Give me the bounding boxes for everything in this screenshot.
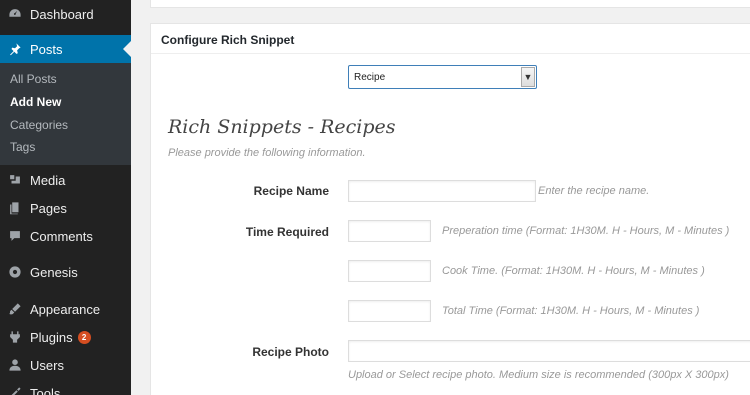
recipe-photo-label: Recipe Photo — [252, 345, 329, 359]
admin-sidebar: Dashboard Posts All Posts Add New Catego… — [0, 0, 131, 395]
plugins-icon — [8, 330, 22, 344]
pin-icon — [8, 42, 22, 56]
appearance-icon — [8, 302, 22, 316]
cook-time-hint: Cook Time. (Format: 1H30M. H - Hours, M … — [442, 265, 705, 277]
recipe-name-input[interactable] — [348, 180, 536, 202]
selected-type: Recipe — [354, 72, 386, 83]
total-time-hint: Total Time (Format: 1H30M. H - Hours, M … — [442, 305, 700, 317]
menu-label: Pages — [30, 200, 67, 216]
menu-label: Users — [30, 357, 64, 373]
menu-label: Appearance — [30, 301, 101, 317]
snippet-type-select[interactable]: Recipe ▼ — [348, 65, 537, 89]
menu-item-users[interactable]: Users — [0, 351, 131, 379]
users-icon — [8, 358, 22, 372]
submenu-categories[interactable]: Categories — [10, 118, 68, 132]
submenu-tags[interactable]: Tags — [10, 140, 35, 154]
prep-time-hint: Preperation time (Format: 1H30M. H - Hou… — [442, 225, 730, 237]
menu-item-genesis[interactable]: Genesis — [0, 258, 131, 286]
recipe-name-hint: Enter the recipe name. — [538, 185, 650, 197]
media-icon — [8, 173, 22, 187]
recipe-name-label: Recipe Name — [253, 184, 329, 198]
dashboard-icon — [8, 7, 22, 21]
pages-icon — [8, 201, 22, 215]
rich-snippet-metabox: Configure Rich Snippet Recipe ▼ Rich Sni… — [150, 23, 750, 395]
menu-label: Tools — [30, 385, 61, 395]
menu-item-dashboard[interactable]: Dashboard — [0, 0, 131, 28]
menu-item-appearance[interactable]: Appearance — [0, 295, 131, 323]
submenu-all-posts[interactable]: All Posts — [10, 72, 57, 86]
recipe-photo-hint: Upload or Select recipe photo. Medium si… — [348, 369, 729, 381]
menu-item-media[interactable]: Media — [0, 166, 131, 194]
menu-label: Genesis — [30, 264, 78, 280]
time-required-label: Time Required — [245, 225, 329, 239]
menu-label: Posts — [30, 41, 63, 57]
previous-metabox — [150, 0, 750, 8]
section-subtitle: Please provide the following information… — [168, 147, 366, 159]
menu-item-posts[interactable]: Posts — [0, 35, 131, 63]
menu-item-plugins[interactable]: Plugins 2 — [0, 323, 131, 351]
menu-label: Comments — [30, 228, 93, 244]
plugins-update-badge: 2 — [77, 330, 91, 344]
recipe-photo-input[interactable] — [348, 340, 750, 362]
section-title: Rich Snippets - Recipes — [168, 116, 396, 138]
prep-time-input[interactable] — [348, 220, 431, 242]
menu-item-comments[interactable]: Comments — [0, 222, 131, 250]
posts-submenu: All Posts Add New Categories Tags — [0, 63, 131, 165]
metabox-header[interactable]: Configure Rich Snippet — [151, 24, 750, 54]
genesis-icon — [8, 265, 22, 279]
metabox-title: Configure Rich Snippet — [161, 33, 295, 47]
comments-icon — [8, 229, 22, 243]
tools-icon — [8, 386, 22, 395]
menu-label: Plugins — [30, 329, 73, 345]
menu-label: Dashboard — [30, 6, 94, 22]
cook-time-input[interactable] — [348, 260, 431, 282]
menu-item-tools[interactable]: Tools — [0, 379, 131, 395]
submenu-add-new[interactable]: Add New — [10, 95, 61, 109]
menu-item-pages[interactable]: Pages — [0, 194, 131, 222]
menu-label: Media — [30, 172, 66, 188]
chevron-down-icon[interactable]: ▼ — [521, 67, 535, 87]
total-time-input[interactable] — [348, 300, 431, 322]
